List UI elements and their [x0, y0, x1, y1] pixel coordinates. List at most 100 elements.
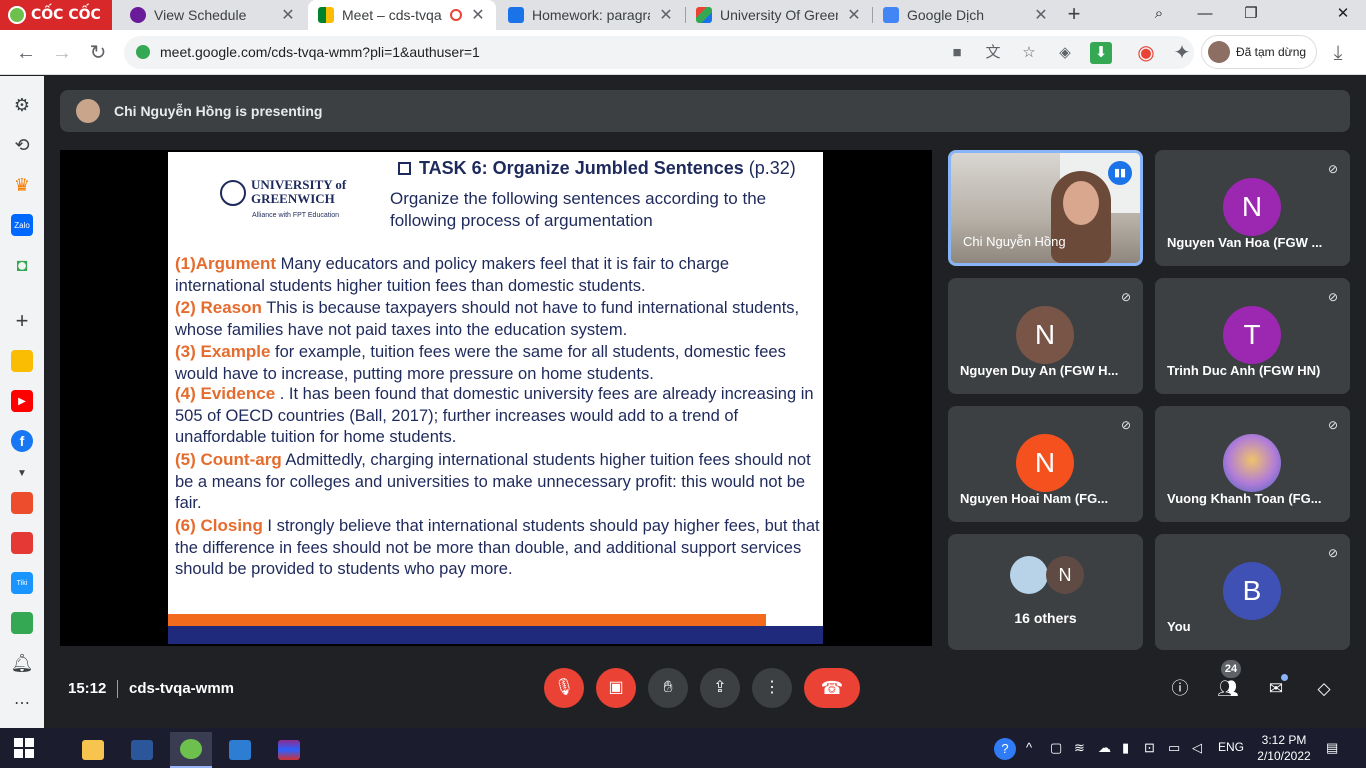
system-clock[interactable]: 3:12 PM 2/10/2022: [1252, 732, 1316, 764]
meeting-info-icon[interactable]: ⓘ: [1167, 676, 1193, 702]
network-error-icon[interactable]: ☁: [1098, 740, 1111, 756]
coccoc-taskbar-button[interactable]: [170, 732, 212, 768]
meet-now-icon[interactable]: ▢: [1050, 740, 1062, 756]
help-icon[interactable]: ?: [994, 738, 1016, 760]
download-arrow-icon[interactable]: ⬇: [1090, 42, 1112, 64]
tab-google-translate[interactable]: Google Dịch ✕: [873, 0, 1059, 30]
microphone-icon[interactable]: ▮: [1122, 740, 1129, 756]
gamepad-icon[interactable]: ◘: [11, 254, 33, 276]
reload-icon[interactable]: ↻: [84, 39, 112, 67]
presenter-avatar: [76, 99, 100, 123]
crown-icon[interactable]: ♛: [11, 174, 33, 196]
shopee-icon[interactable]: [11, 492, 33, 514]
profile-status-label: Đã tạm dừng: [1236, 45, 1307, 59]
mic-muted-icon: ⊘: [1327, 290, 1339, 304]
participant-tile[interactable]: ⊘ N Nguyen Van Hoa (FGW ...: [1155, 150, 1350, 266]
participant-tile[interactable]: ⊘ T Trinh Duc Anh (FGW HN): [1155, 278, 1350, 394]
others-tile[interactable]: N 16 others: [948, 534, 1143, 650]
coccoc-game-icon[interactable]: [11, 532, 33, 554]
winrar-button[interactable]: [268, 732, 310, 768]
tab-search-icon[interactable]: ⌕: [1136, 0, 1182, 30]
secure-lock-icon: [136, 45, 150, 59]
chevron-up-icon[interactable]: ^: [1026, 740, 1032, 755]
participant-tile[interactable]: ⊘ N Nguyen Hoai Nam (FG...: [948, 406, 1143, 522]
people-icon[interactable]: 👥︎: [1215, 676, 1241, 702]
meet-window: Chi Nguyễn Hồng is presenting UNIVERSITY…: [44, 76, 1366, 728]
downloads-icon[interactable]: ⤓: [1324, 39, 1352, 67]
tab-google-meet[interactable]: Meet – cds-tvqa- ✕: [308, 0, 496, 30]
zalo-icon[interactable]: Zalo: [11, 214, 33, 236]
more-dots-icon[interactable]: ⋯: [11, 692, 33, 714]
presentation-slide: UNIVERSITY of GREENWICH Alliance with FP…: [168, 152, 823, 644]
photos-button[interactable]: [219, 732, 261, 768]
forward-arrow-icon[interactable]: →: [48, 39, 76, 67]
coccoc-menu-button[interactable]: CỐC CỐC: [0, 0, 112, 30]
battery-icon[interactable]: ▭: [1168, 740, 1180, 756]
youtube-icon[interactable]: ▶: [11, 390, 33, 412]
input-indicator-icon[interactable]: ⊡: [1144, 740, 1155, 756]
participant-name: Nguyen Van Hoa (FGW ...: [1167, 235, 1323, 250]
new-tab-button[interactable]: +: [1062, 3, 1086, 27]
close-tab-icon[interactable]: ✕: [846, 5, 862, 25]
translate-icon[interactable]: 文: [982, 42, 1004, 64]
camera-icon[interactable]: ■: [946, 42, 968, 64]
closing-step: (6) Closing I strongly believe that inte…: [175, 515, 820, 581]
close-window-button[interactable]: ✕: [1320, 0, 1366, 30]
profile-button[interactable]: Đã tạm dừng: [1201, 35, 1317, 69]
settings-gear-icon[interactable]: ⚙: [11, 94, 33, 116]
close-tab-icon[interactable]: ✕: [658, 5, 674, 25]
meeting-code: cds-tvqa-wmm: [129, 680, 235, 697]
notes-icon[interactable]: [11, 350, 33, 372]
file-explorer-button[interactable]: [72, 732, 114, 768]
raise-hand-button[interactable]: ✋︎: [648, 668, 688, 708]
facebook-icon[interactable]: f: [11, 430, 33, 452]
university-seal-icon: [220, 180, 246, 206]
recording-indicator-icon: [450, 9, 462, 21]
participant-tile-presenter[interactable]: ▮▮ Chi Nguyễn Hồng: [948, 150, 1143, 266]
task-page: (p.32): [748, 158, 796, 178]
url-text: meet.google.com/cds-tvqa-wmm?pli=1&authu…: [160, 44, 480, 60]
activities-icon[interactable]: ◇: [1311, 676, 1337, 702]
evidence-step: (4) Evidence . It has been found that do…: [175, 383, 820, 449]
tiki-icon[interactable]: Tiki: [11, 572, 33, 594]
slide-footer-orange-bar: [168, 614, 766, 626]
language-indicator[interactable]: ENG: [1218, 740, 1244, 754]
microphone-off-button[interactable]: 🎙︎: [544, 668, 584, 708]
present-screen-button[interactable]: ⇪: [700, 668, 740, 708]
volume-icon[interactable]: ◁: [1192, 740, 1202, 756]
bookmark-star-icon[interactable]: ☆: [1018, 42, 1040, 64]
close-tab-icon[interactable]: ✕: [1033, 5, 1049, 25]
sheets-icon[interactable]: [11, 612, 33, 634]
word-button[interactable]: [121, 732, 163, 768]
back-arrow-icon[interactable]: ←: [12, 39, 40, 67]
self-tile[interactable]: ⊘ B You: [1155, 534, 1350, 650]
others-count-label: 16 others: [1014, 610, 1077, 626]
minimize-window-button[interactable]: —: [1182, 0, 1228, 30]
task-instruction: Organize the following sentences accordi…: [390, 189, 767, 230]
shield-icon[interactable]: ◈: [1054, 42, 1076, 64]
notification-bell-icon[interactable]: 🔔︎: [11, 652, 34, 674]
notification-center-icon[interactable]: ▤: [1326, 740, 1338, 756]
participant-name: You: [1167, 619, 1191, 634]
add-shortcut-icon[interactable]: +: [11, 308, 33, 333]
close-tab-icon[interactable]: ✕: [470, 5, 486, 25]
close-tab-icon[interactable]: ✕: [280, 5, 296, 25]
more-options-button[interactable]: ⋮: [752, 668, 792, 708]
extension-coccoc-icon[interactable]: ◉: [1132, 39, 1160, 67]
translate-favicon-icon: [883, 7, 899, 23]
tab-university-greenwich[interactable]: University Of Greenw ✕: [686, 0, 872, 30]
chevron-down-icon[interactable]: ▼: [11, 462, 33, 484]
wifi-icon[interactable]: ≋: [1074, 740, 1085, 756]
participant-tile[interactable]: ⊘ Vuong Khanh Toan (FG...: [1155, 406, 1350, 522]
divider: [117, 680, 118, 698]
history-icon[interactable]: ⟲: [11, 134, 33, 156]
tab-view-schedule[interactable]: View Schedule ✕: [120, 0, 306, 30]
camera-off-button[interactable]: ▣: [596, 668, 636, 708]
address-bar[interactable]: meet.google.com/cds-tvqa-wmm?pli=1&authu…: [124, 36, 1194, 69]
extensions-puzzle-icon[interactable]: ✦: [1168, 39, 1196, 67]
participant-tile[interactable]: ⊘ N Nguyen Duy An (FGW H...: [948, 278, 1143, 394]
windows-start-icon[interactable]: [14, 738, 34, 758]
leave-call-button[interactable]: ☎︎: [804, 668, 860, 708]
tab-homework[interactable]: Homework: paragrap ✕: [498, 0, 684, 30]
restore-window-button[interactable]: ❐: [1228, 0, 1274, 30]
